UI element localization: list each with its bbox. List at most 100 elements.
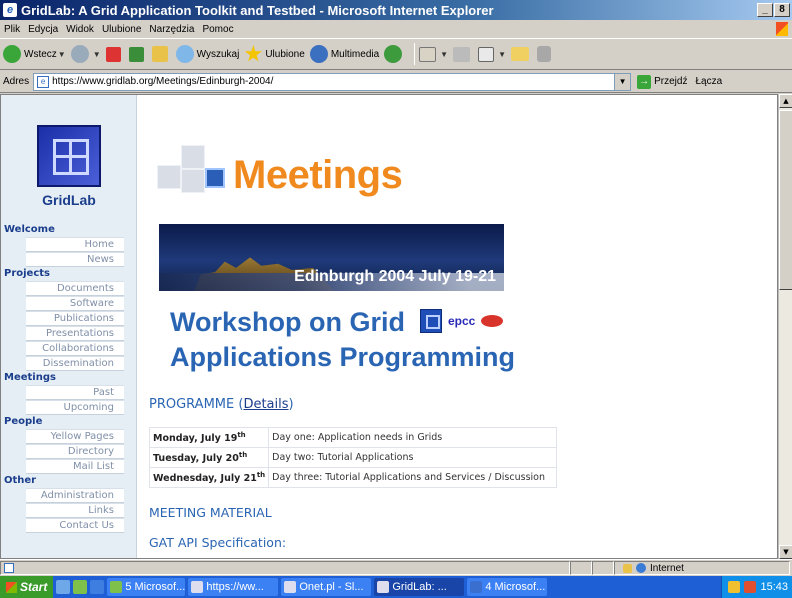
sidebar-item-upcoming[interactable]: Upcoming [26, 400, 124, 415]
favorites-button[interactable]: Ulubione [244, 45, 305, 63]
scroll-up-icon[interactable]: ▲ [779, 94, 792, 108]
scroll-down-icon[interactable]: ▼ [779, 545, 792, 559]
quicklaunch-ie-icon[interactable] [90, 580, 105, 594]
go-button[interactable]: → Przejdź [637, 74, 687, 89]
page-icon: e [37, 75, 50, 88]
sidebar-item-presentations[interactable]: Presentations [26, 326, 124, 341]
decor-square [181, 169, 205, 193]
sidebar-item-software[interactable]: Software [26, 296, 124, 311]
programme-label: PROGRAMME ( [149, 397, 244, 412]
page-icon [4, 563, 14, 573]
nav-heading-welcome: Welcome [1, 223, 131, 237]
meeting-material-heading: MEETING MATERIAL [149, 505, 272, 520]
globe-icon [636, 563, 646, 573]
history-button[interactable] [384, 45, 405, 63]
address-input[interactable]: e https://www.gridlab.org/Meetings/Edinb… [33, 72, 632, 91]
sidebar-item-dissemination[interactable]: Dissemination [26, 356, 124, 371]
menu-favorites[interactable]: Ulubione [102, 24, 141, 35]
history-icon [384, 45, 403, 63]
schedule-day: Tuesday, July 20th [148, 447, 270, 469]
sidebar-item-contact-us[interactable]: Contact Us [26, 518, 124, 533]
sidebar-item-collaborations[interactable]: Collaborations [26, 341, 124, 356]
zone-label: Internet [650, 562, 684, 574]
ie-icon [191, 581, 204, 593]
chevron-down-icon: ▼ [57, 49, 66, 59]
media-icon [309, 45, 328, 63]
start-button[interactable]: Start [0, 576, 54, 598]
restore-button[interactable]: 8 [774, 3, 790, 17]
stop-icon [105, 46, 121, 62]
sidebar-item-links[interactable]: Links [26, 503, 124, 518]
back-label: Wstecz [24, 48, 57, 60]
sidebar-item-mail-list[interactable]: Mail List [26, 459, 124, 474]
security-zone: Internet [614, 561, 790, 575]
meetings-header: Meetings [157, 145, 457, 205]
partner-logos: epcc [420, 309, 504, 333]
sidebar-item-news[interactable]: News [26, 252, 124, 267]
title-bar[interactable]: e GridLab: A Grid Application Toolkit an… [0, 0, 792, 20]
home-button[interactable] [151, 46, 171, 62]
gridlab-logo[interactable] [37, 125, 101, 187]
chevron-down-icon[interactable]: ▼ [614, 73, 631, 90]
quicklaunch-desktop-icon[interactable] [56, 580, 71, 594]
edit-button[interactable]: ▼ [478, 46, 507, 62]
links-button[interactable]: Łącza [695, 76, 722, 87]
home-icon [151, 46, 168, 62]
word-icon [470, 581, 483, 593]
menu-view[interactable]: Widok [66, 24, 94, 35]
tray-icon[interactable] [744, 581, 757, 593]
forward-button[interactable]: ▼ [70, 45, 101, 63]
quicklaunch-app-icon[interactable] [73, 580, 88, 594]
address-bar: Adres e https://www.gridlab.org/Meetings… [0, 71, 792, 93]
details-link[interactable]: Details [243, 397, 288, 412]
epcc-logo: epcc [448, 314, 476, 328]
table-row: Wednesday, July 21th Day three: Tutorial… [148, 467, 558, 489]
sidebar-item-yellow-pages[interactable]: Yellow Pages [26, 429, 124, 444]
messenger-icon [537, 46, 552, 62]
sidebar-item-administration[interactable]: Administration [26, 488, 124, 503]
ie-icon [284, 581, 297, 593]
menu-tools[interactable]: Narzędzia [149, 24, 194, 35]
task-button[interactable]: 4 Microsof... [467, 578, 548, 596]
blue-square-icon [205, 168, 225, 188]
vertical-scrollbar[interactable]: ▲ ▼ [778, 94, 792, 559]
menu-help[interactable]: Pomoc [202, 24, 233, 35]
university-crest-icon [481, 315, 504, 327]
mail-button[interactable]: ▼ [419, 46, 448, 62]
word-edit-icon [478, 46, 495, 62]
menu-bar: Plik Edycja Widok Ulubione Narzędzia Pom… [0, 20, 792, 38]
chevron-down-icon: ▼ [498, 49, 507, 59]
refresh-button[interactable] [128, 46, 147, 62]
task-button[interactable]: Onet.pl - Sl... [281, 578, 372, 596]
stop-button[interactable] [105, 46, 124, 62]
schedule-day: Wednesday, July 21th [148, 467, 270, 489]
search-icon [175, 45, 194, 63]
sidebar-item-directory[interactable]: Directory [26, 444, 124, 459]
minimize-button[interactable]: _ [757, 3, 773, 17]
sidebar-item-past[interactable]: Past [26, 385, 124, 400]
menu-file[interactable]: Plik [4, 24, 20, 35]
schedule-day: Monday, July 19th [148, 426, 270, 449]
search-label: Wyszukaj [196, 48, 240, 60]
sidebar-item-documents[interactable]: Documents [26, 281, 124, 296]
folder-button[interactable] [511, 47, 532, 61]
scroll-thumb[interactable] [779, 110, 792, 290]
nav-heading-other: Other [1, 474, 131, 488]
task-button[interactable]: GridLab: ... [374, 578, 465, 596]
sidebar: GridLab Welcome Home News Projects Docum… [1, 95, 136, 558]
task-button[interactable]: https://ww... [188, 578, 279, 596]
tray-icon[interactable] [728, 581, 741, 593]
toolbar: Wstecz ▼ ▼ Wyszukaj Ulubione Multimedia … [0, 38, 792, 70]
task-button[interactable]: 5 Microsof... [107, 578, 186, 596]
nav-heading-meetings: Meetings [1, 371, 131, 385]
back-button[interactable]: Wstecz ▼ [3, 45, 66, 63]
search-button[interactable]: Wyszukaj [175, 45, 240, 63]
print-button[interactable] [453, 46, 473, 62]
messenger-button[interactable] [537, 46, 554, 62]
menu-edit[interactable]: Edycja [28, 24, 58, 35]
sidebar-item-home[interactable]: Home [26, 237, 124, 252]
media-button[interactable]: Multimedia [309, 45, 379, 63]
sidebar-item-publications[interactable]: Publications [26, 311, 124, 326]
gridlab-mini-logo [420, 309, 442, 333]
chevron-down-icon: ▼ [92, 49, 101, 59]
